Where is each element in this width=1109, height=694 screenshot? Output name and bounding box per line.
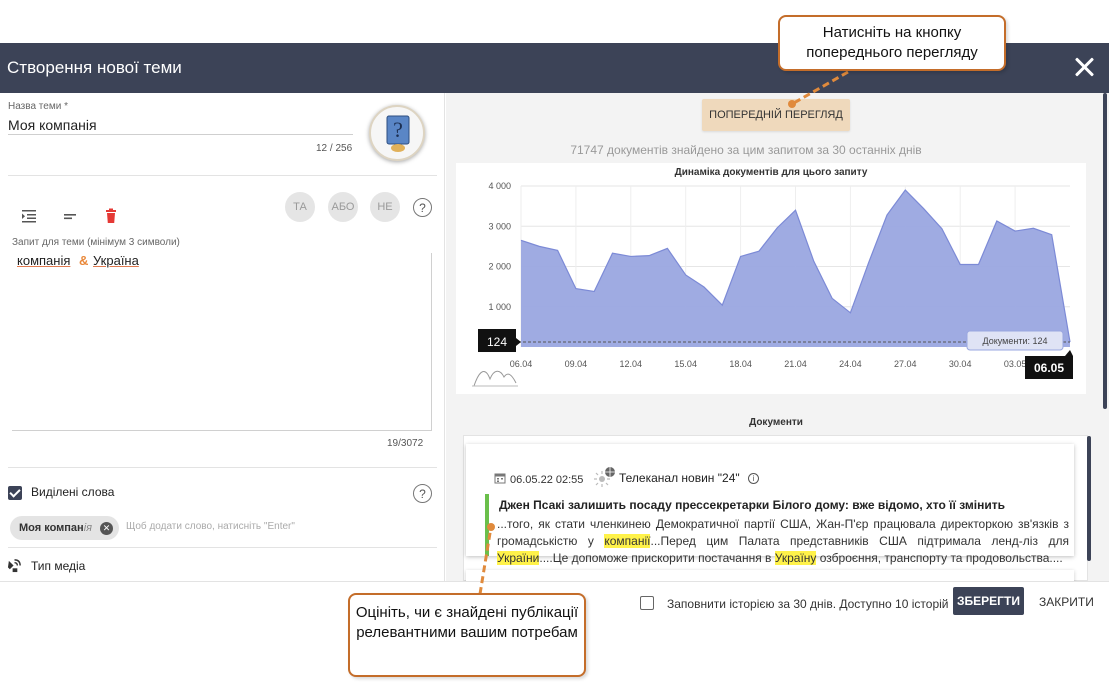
y-tick-label: 1 000 [488,302,511,312]
chip-text-rest: ія [83,522,93,534]
fill-history-label: Заповнити історією за 30 днів. Доступно … [667,597,949,611]
navigator-sparkline [473,370,517,387]
source-info-icon[interactable]: i [748,473,759,484]
document-date: 06.05.22 02:55 [510,474,584,486]
fill-history-checkbox[interactable] [640,596,654,610]
topic-settings-panel: Назва теми * 12 / 256 ? ТА АБО НЕ ? [0,93,445,581]
y-tick-label: 3 000 [488,221,511,231]
snippet-text: ...Перед цим Палата представників США пі… [650,534,1070,548]
document-snippet: ...того, як стати членкинею Демократично… [497,516,1069,567]
callout-preview-hint: Натисніть на кнопку попереднього перегля… [778,15,1006,71]
highlight-word-input[interactable]: Щоб додати слово, натисніть "Enter" [126,521,295,532]
x-tick-label: 06.04 [510,359,533,369]
panel-scrollbar[interactable] [1103,93,1107,409]
divider [8,547,437,548]
short-text-icon[interactable] [61,207,79,225]
close-button[interactable]: ЗАКРИТИ [1039,595,1094,609]
divider [8,467,437,468]
query-counter: 19/3072 [387,438,424,449]
divider [8,175,437,176]
snippet-text: озброєння, транспорту та продовольства..… [816,551,1063,565]
documents-scrollbar[interactable] [1087,436,1091,561]
y-tick-label: 2 000 [488,262,511,272]
x-tick-label: 03.05 [1004,359,1027,369]
remove-chip-icon[interactable]: ✕ [100,521,114,535]
tooltip-text: Документи: 124 [983,336,1048,346]
documents-list: 06.05.22 02:55 Телеканал новин "24" i Дж… [463,435,1091,590]
document-source: Телеканал новин "24" [619,471,740,485]
reference-value-label: 124 [487,335,507,349]
x-tick-label: 30.04 [949,359,972,369]
indent-icon[interactable] [20,207,38,225]
topic-avatar[interactable]: ? [369,105,425,161]
highlight-word-chip: Моя компан ія ✕ [10,516,120,540]
topic-name-label: Назва теми * [8,101,68,112]
or-operator-button[interactable]: АБО [328,192,358,222]
callout-relevance-hint: Оцініть, чи є знайдені публікації релева… [348,593,586,677]
svg-text:?: ? [393,117,403,142]
reference-value-pointer [516,338,521,347]
media-type-label: Тип медіа [31,559,86,573]
y-tick-label: 4 000 [488,181,511,191]
x-tick-label: 09.04 [565,359,588,369]
highlighted-words-checkbox[interactable] [8,486,22,500]
close-icon[interactable] [1071,55,1097,81]
topic-name-input[interactable] [8,115,353,135]
x-tick-label: 15.04 [674,359,697,369]
query-word: компанія [17,253,71,268]
highlighted-term: компанії [604,534,651,548]
dynamics-chart: 4 000 3 000 2 000 1 000 06.04 09.04 12.04 15.04… [472,181,1073,387]
query-editor[interactable] [12,253,432,431]
x-tick-label: 18.04 [729,359,752,369]
query-help-icon[interactable]: ? [413,198,432,217]
calendar-icon [494,473,506,484]
area-series [521,190,1070,347]
preview-button[interactable]: ПОПЕРЕДНІЙ ПЕРЕГЛЯД [702,99,850,131]
and-operator-button[interactable]: ТА [285,192,315,222]
highlighted-term: України [497,551,540,565]
highlighted-words-help-icon[interactable]: ? [413,484,432,503]
delete-icon[interactable] [102,207,120,225]
highlighted-term: Україну [774,551,817,565]
relevance-bar [485,494,489,556]
query-word: Україна [93,253,139,268]
dynamics-chart-card: Динаміка документів для цього запиту 4 0… [456,163,1086,394]
documents-heading: Документи [749,417,803,428]
selected-date-label: 06.05 [1034,361,1064,375]
x-tick-label: 27.04 [894,359,917,369]
query-operator: & [79,253,89,268]
not-operator-button[interactable]: НЕ [370,192,400,222]
page: Створення нової теми Назва теми * 12 / 2… [0,0,1109,694]
question-image-icon: ? [386,115,410,152]
x-tick-label: 24.04 [839,359,862,369]
documents-found-text: 71747 документів знайдено за цим запитом… [570,143,922,157]
source-web-icon [594,467,615,487]
selected-date-pointer [1065,350,1073,356]
chip-text-bold: Моя компан [19,522,84,534]
document-card[interactable]: 06.05.22 02:55 Телеканал новин "24" i Дж… [466,444,1074,565]
document-title[interactable]: Джен Псакі залишить посаду прессекретарк… [499,498,1005,512]
dialog-title: Створення нової теми [7,58,182,77]
topic-name-counter: 12 / 256 [316,143,353,154]
save-button[interactable]: ЗБЕРЕГТИ [953,587,1024,615]
x-tick-label: 12.04 [620,359,643,369]
preview-panel: ПОПЕРЕДНІЙ ПЕРЕГЛЯД 71747 документів зна… [446,93,1109,590]
snippet-text: ....Це допоможе прискорити постачання в [539,551,775,565]
query-label: Запит для теми (мінімум 3 символи) [12,237,180,248]
highlighted-words-label: Виділені слова [31,485,115,499]
x-tick-label: 21.04 [784,359,807,369]
satellite-icon [7,559,21,573]
